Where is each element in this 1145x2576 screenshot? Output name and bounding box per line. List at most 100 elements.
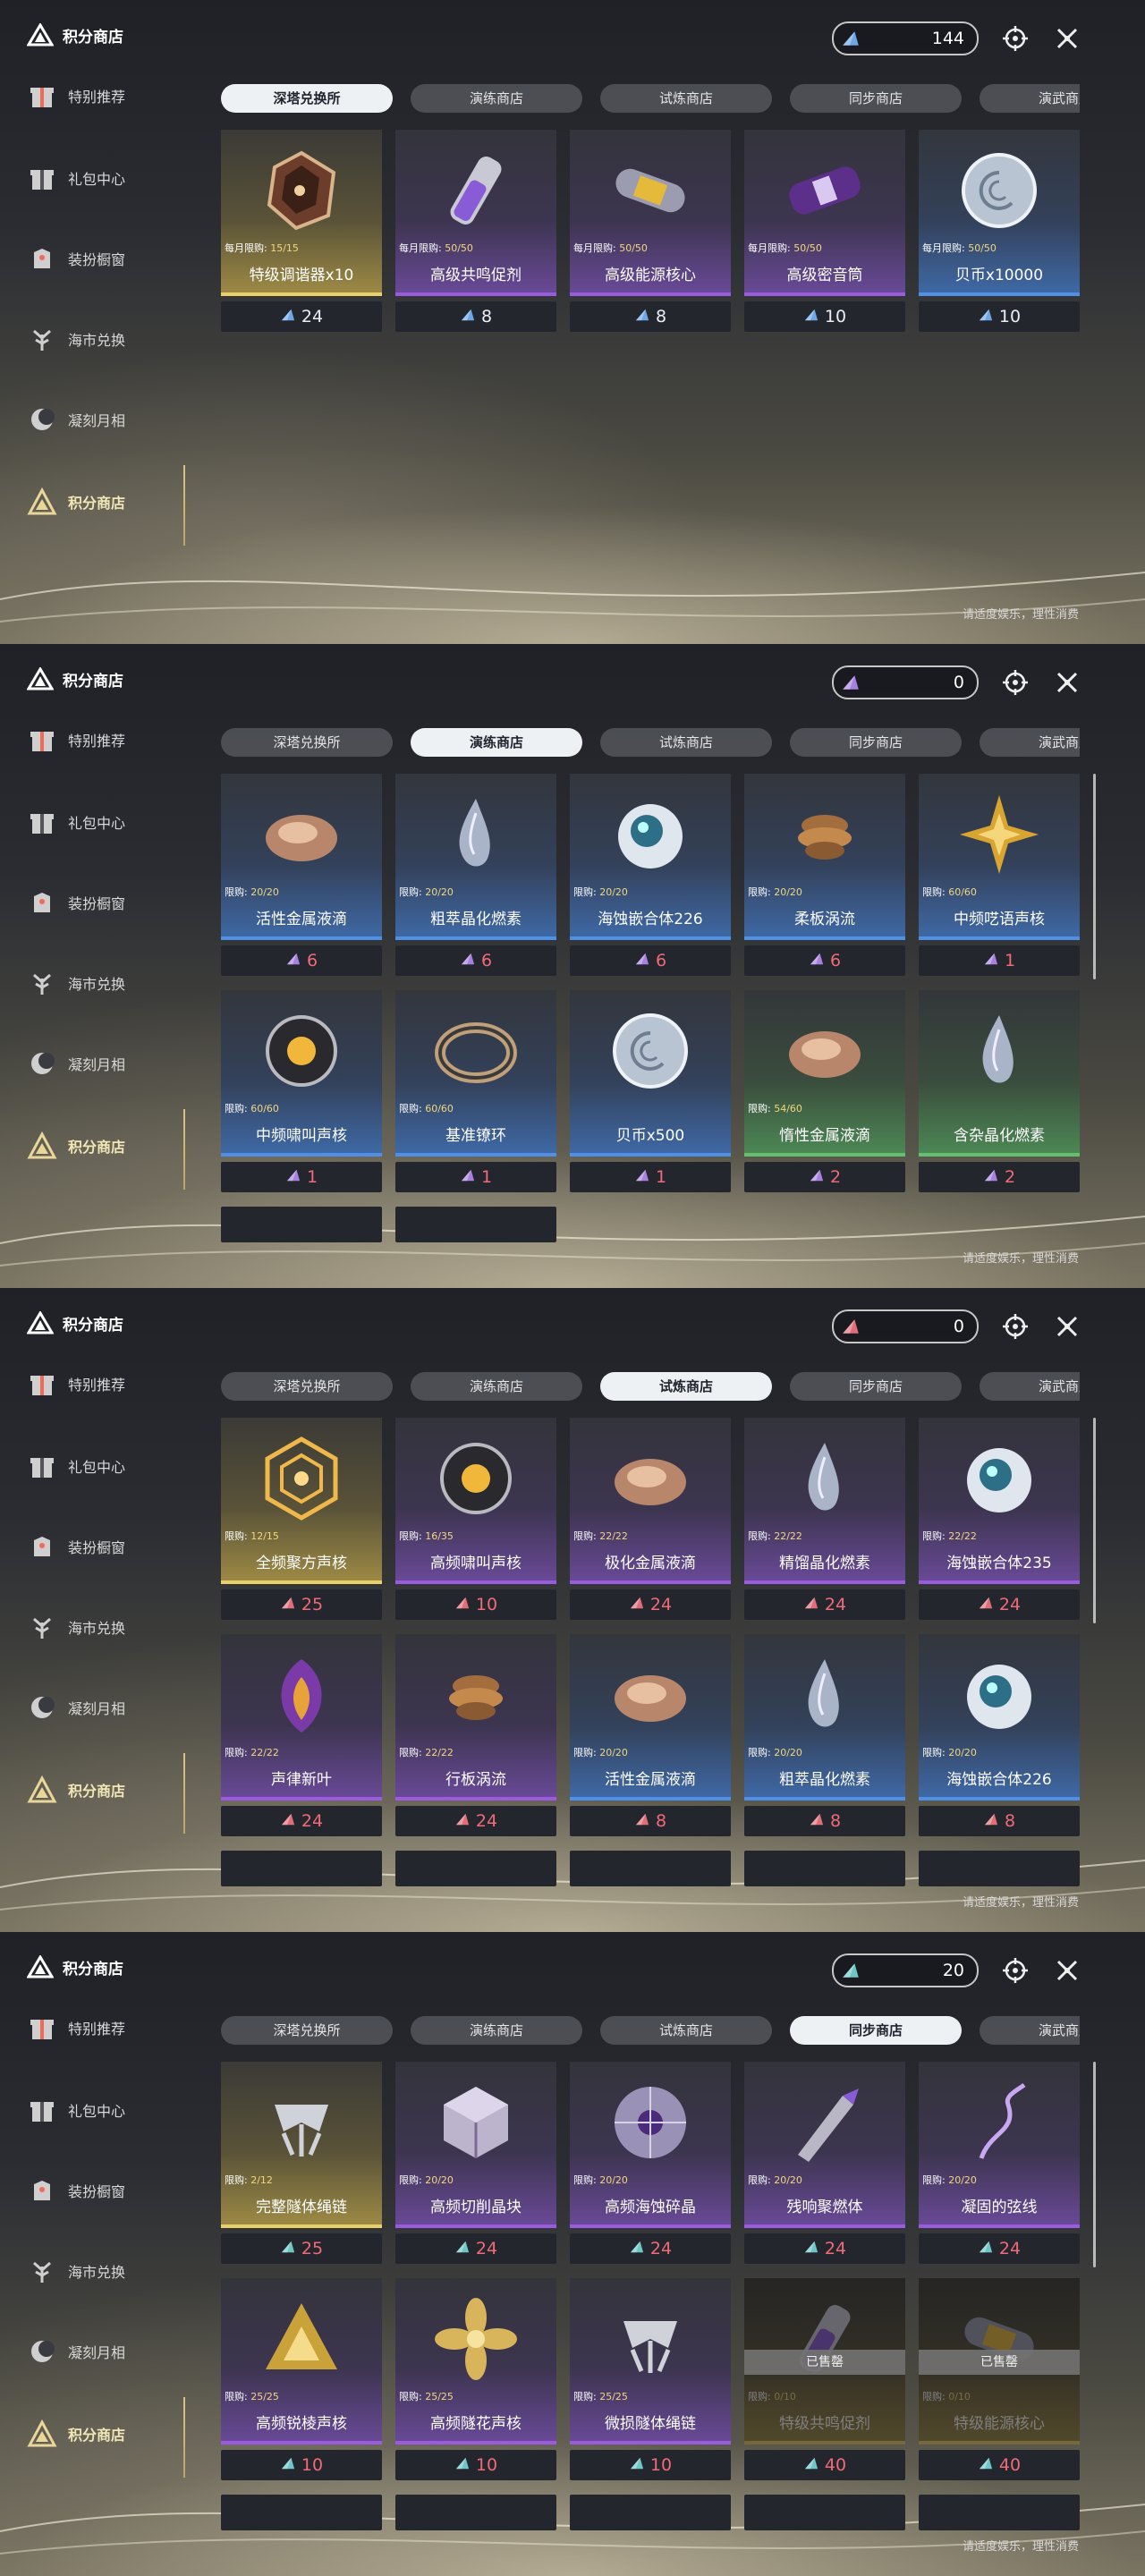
tab-trial-shop[interactable]: 试炼商店 bbox=[600, 728, 772, 757]
target-icon[interactable] bbox=[1000, 1955, 1030, 1986]
shop-item-card[interactable]: 贝币x500 1 bbox=[570, 990, 731, 1196]
item-card-placeholder[interactable] bbox=[744, 2495, 905, 2530]
tab-drill-shop[interactable]: 演练商店 bbox=[411, 2016, 582, 2045]
sidebar-item-gift-packs[interactable]: 礼包中心 bbox=[27, 803, 125, 841]
scrollbar[interactable] bbox=[1093, 2062, 1096, 2267]
tab-trial-shop[interactable]: 试炼商店 bbox=[600, 2016, 772, 2045]
item-card-placeholder[interactable] bbox=[570, 2495, 731, 2530]
sidebar-item-points-shop[interactable]: 积分商店 bbox=[27, 1127, 125, 1165]
tab-trial-shop[interactable]: 试炼商店 bbox=[600, 1372, 772, 1401]
shop-item-card[interactable]: 已售罄 限购: 0/10 特级能源核心 40 bbox=[919, 2278, 1080, 2484]
shop-item-card[interactable]: 限购: 25/25 高频隧花声核 10 bbox=[395, 2278, 556, 2484]
sidebar-item-points-shop[interactable]: 积分商店 bbox=[27, 2415, 125, 2453]
sidebar-item-outfits[interactable]: 装扮橱窗 bbox=[27, 2172, 125, 2209]
tab-deep-tower[interactable]: 深塔兑换所 bbox=[221, 84, 393, 113]
sidebar-item-moon-phase[interactable]: 凝刻月相 bbox=[27, 401, 125, 438]
tab-martial-shop[interactable]: 演武商店 bbox=[980, 84, 1080, 113]
sidebar-item-featured[interactable]: 特别推荐 bbox=[27, 2009, 125, 2046]
shop-item-card[interactable]: 限购: 20/20 粗萃晶化燃素 6 bbox=[395, 774, 556, 979]
shop-item-card[interactable]: 限购: 20/20 活性金属液滴 6 bbox=[221, 774, 382, 979]
sidebar-item-points-shop[interactable]: 积分商店 bbox=[27, 1771, 125, 1809]
sidebar-item-outfits[interactable]: 装扮橱窗 bbox=[27, 884, 125, 921]
sidebar-item-moon-phase[interactable]: 凝刻月相 bbox=[27, 2333, 125, 2370]
scrollbar[interactable] bbox=[1093, 1418, 1096, 1623]
tab-trial-shop[interactable]: 试炼商店 bbox=[600, 84, 772, 113]
sidebar-item-sea-market[interactable]: 海市兑换 bbox=[27, 2252, 125, 2290]
shop-item-card[interactable]: 限购: 22/22 海蚀嵌合体235 24 bbox=[919, 1418, 1080, 1623]
tab-deep-tower[interactable]: 深塔兑换所 bbox=[221, 1372, 393, 1401]
shop-item-card[interactable]: 含杂晶化燃素 2 bbox=[919, 990, 1080, 1196]
shop-item-card[interactable]: 限购: 16/35 高频啸叫声核 10 bbox=[395, 1418, 556, 1623]
shop-item-card[interactable]: 限购: 60/60 中频啸叫声核 1 bbox=[221, 990, 382, 1196]
tab-sync-shop[interactable]: 同步商店 bbox=[790, 728, 962, 757]
item-card-placeholder[interactable] bbox=[919, 1851, 1080, 1886]
shop-item-card[interactable]: 每月限购: 15/15 特级调谐器x10 24 bbox=[221, 130, 382, 335]
close-icon[interactable] bbox=[1052, 23, 1082, 54]
sidebar-item-featured[interactable]: 特别推荐 bbox=[27, 1365, 125, 1402]
shop-item-card[interactable]: 限购: 20/20 高频切削晶块 24 bbox=[395, 2062, 556, 2267]
tab-martial-shop[interactable]: 演武商店 bbox=[980, 2016, 1080, 2045]
close-icon[interactable] bbox=[1052, 667, 1082, 698]
tab-drill-shop[interactable]: 演练商店 bbox=[411, 728, 582, 757]
tab-drill-shop[interactable]: 演练商店 bbox=[411, 1372, 582, 1401]
shop-item-card[interactable]: 限购: 60/60 中频呓语声核 1 bbox=[919, 774, 1080, 979]
shop-item-card[interactable]: 限购: 25/25 微损隧体绳链 10 bbox=[570, 2278, 731, 2484]
shop-item-card[interactable]: 限购: 54/60 惰性金属液滴 2 bbox=[744, 990, 905, 1196]
shop-item-card[interactable]: 限购: 20/20 凝固的弦线 24 bbox=[919, 2062, 1080, 2267]
shop-item-card[interactable]: 限购: 2/12 完整隧体绳链 25 bbox=[221, 2062, 382, 2267]
tab-sync-shop[interactable]: 同步商店 bbox=[790, 2016, 962, 2045]
item-card-placeholder[interactable] bbox=[570, 1851, 731, 1886]
shop-item-card[interactable]: 限购: 20/20 海蚀嵌合体226 8 bbox=[919, 1634, 1080, 1840]
tab-martial-shop[interactable]: 演武商店 bbox=[980, 728, 1080, 757]
tab-deep-tower[interactable]: 深塔兑换所 bbox=[221, 728, 393, 757]
target-icon[interactable] bbox=[1000, 667, 1030, 698]
item-card-placeholder[interactable] bbox=[221, 1851, 382, 1886]
item-card-placeholder[interactable] bbox=[221, 2495, 382, 2530]
tab-deep-tower[interactable]: 深塔兑换所 bbox=[221, 2016, 393, 2045]
item-card-placeholder[interactable] bbox=[395, 1207, 556, 1242]
sidebar-item-points-shop[interactable]: 积分商店 bbox=[27, 483, 125, 521]
sidebar-item-featured[interactable]: 特别推荐 bbox=[27, 721, 125, 758]
shop-item-card[interactable]: 限购: 22/22 极化金属液滴 24 bbox=[570, 1418, 731, 1623]
target-icon[interactable] bbox=[1000, 1311, 1030, 1342]
item-card-placeholder[interactable] bbox=[395, 2495, 556, 2530]
sidebar-item-moon-phase[interactable]: 凝刻月相 bbox=[27, 1045, 125, 1082]
sidebar-item-sea-market[interactable]: 海市兑换 bbox=[27, 320, 125, 358]
shop-item-card[interactable]: 限购: 20/20 高频海蚀碎晶 24 bbox=[570, 2062, 731, 2267]
sidebar-item-featured[interactable]: 特别推荐 bbox=[27, 77, 125, 114]
shop-item-card[interactable]: 已售罄 限购: 0/10 特级共鸣促剂 40 bbox=[744, 2278, 905, 2484]
shop-item-card[interactable]: 每月限购: 50/50 高级密音筒 10 bbox=[744, 130, 905, 335]
sidebar-item-sea-market[interactable]: 海市兑换 bbox=[27, 1608, 125, 1646]
shop-item-card[interactable]: 每月限购: 50/50 高级共鸣促剂 8 bbox=[395, 130, 556, 335]
sidebar-item-outfits[interactable]: 装扮橱窗 bbox=[27, 240, 125, 277]
item-card-placeholder[interactable] bbox=[395, 1851, 556, 1886]
shop-item-card[interactable]: 限购: 20/20 残响聚燃体 24 bbox=[744, 2062, 905, 2267]
scrollbar[interactable] bbox=[1093, 774, 1096, 979]
tab-sync-shop[interactable]: 同步商店 bbox=[790, 84, 962, 113]
sidebar-item-sea-market[interactable]: 海市兑换 bbox=[27, 964, 125, 1002]
shop-item-card[interactable]: 限购: 20/20 柔板涡流 6 bbox=[744, 774, 905, 979]
item-card-placeholder[interactable] bbox=[919, 2495, 1080, 2530]
sidebar-item-gift-packs[interactable]: 礼包中心 bbox=[27, 159, 125, 197]
tab-drill-shop[interactable]: 演练商店 bbox=[411, 84, 582, 113]
shop-item-card[interactable]: 限购: 60/60 基准镣环 1 bbox=[395, 990, 556, 1196]
shop-item-card[interactable]: 限购: 22/22 行板涡流 24 bbox=[395, 1634, 556, 1840]
sidebar-item-gift-packs[interactable]: 礼包中心 bbox=[27, 1447, 125, 1485]
shop-item-card[interactable]: 限购: 20/20 海蚀嵌合体226 6 bbox=[570, 774, 731, 979]
shop-item-card[interactable]: 限购: 22/22 精馏晶化燃素 24 bbox=[744, 1418, 905, 1623]
shop-item-card[interactable]: 限购: 22/22 声律新叶 24 bbox=[221, 1634, 382, 1840]
target-icon[interactable] bbox=[1000, 23, 1030, 54]
item-card-placeholder[interactable] bbox=[744, 1851, 905, 1886]
shop-item-card[interactable]: 限购: 12/15 全频聚方声核 25 bbox=[221, 1418, 382, 1623]
sidebar-item-moon-phase[interactable]: 凝刻月相 bbox=[27, 1689, 125, 1726]
shop-item-card[interactable]: 每月限购: 50/50 贝币x10000 10 bbox=[919, 130, 1080, 335]
shop-item-card[interactable]: 限购: 20/20 粗萃晶化燃素 8 bbox=[744, 1634, 905, 1840]
close-icon[interactable] bbox=[1052, 1955, 1082, 1986]
item-card-placeholder[interactable] bbox=[221, 1207, 382, 1242]
tab-sync-shop[interactable]: 同步商店 bbox=[790, 1372, 962, 1401]
shop-item-card[interactable]: 每月限购: 50/50 高级能源核心 8 bbox=[570, 130, 731, 335]
shop-item-card[interactable]: 限购: 20/20 活性金属液滴 8 bbox=[570, 1634, 731, 1840]
sidebar-item-gift-packs[interactable]: 礼包中心 bbox=[27, 2091, 125, 2129]
sidebar-item-outfits[interactable]: 装扮橱窗 bbox=[27, 1528, 125, 1565]
close-icon[interactable] bbox=[1052, 1311, 1082, 1342]
